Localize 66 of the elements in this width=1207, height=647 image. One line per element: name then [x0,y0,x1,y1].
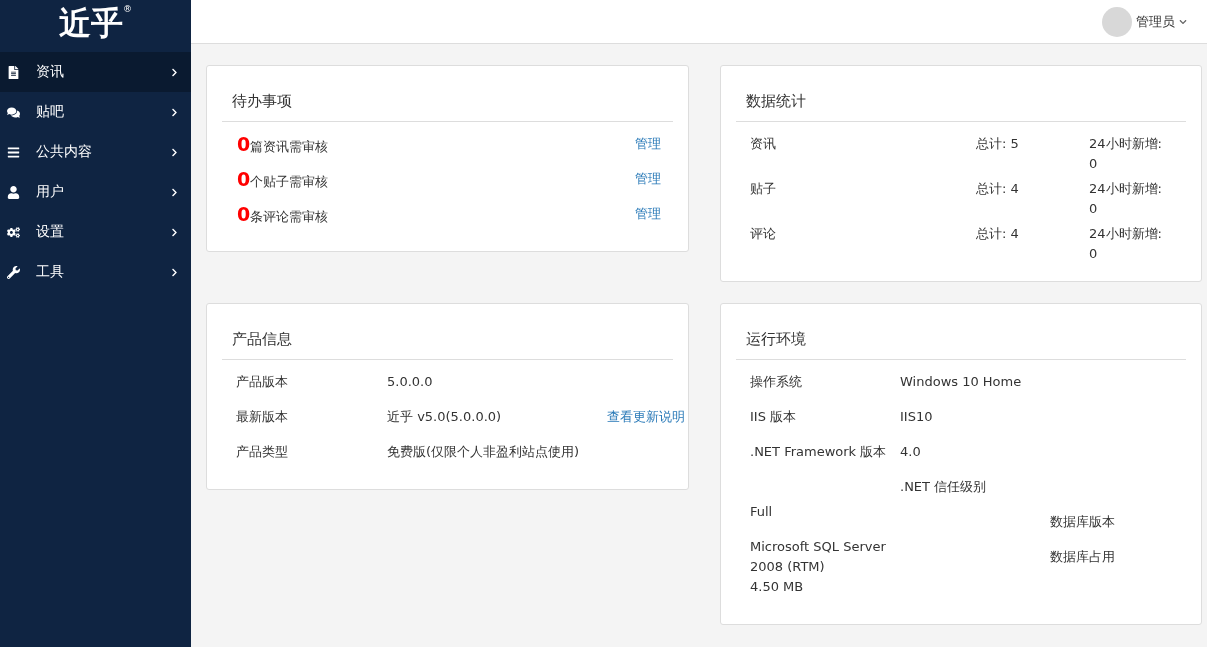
sidebar-label: 资讯 [36,63,65,81]
environment-text: 数据库占用 [1050,548,1115,566]
sidebar-item[interactable]: 贴吧 [0,92,191,132]
sidebar-label: 公共内容 [36,143,93,161]
product-value: 5.0.0.0 [387,373,434,391]
stat-name: 贴子 [750,180,777,198]
wrench-icon [6,265,20,279]
chevron-down-icon[interactable] [1179,17,1187,26]
stat-recent: 24小时新增: 0 [1089,180,1163,218]
manage-link[interactable]: 管理 [635,169,661,189]
registered-mark: ® [123,3,132,16]
update-notes-link[interactable]: 查看更新说明 [607,407,687,427]
product-label: 产品类型 [236,443,289,461]
stat-recent: 24小时新增: 0 [1089,135,1163,173]
environment-text: IIS 版本 [750,408,797,426]
environment-text: .NET Framework 版本 [750,443,887,461]
todo-text: 0条评论需审核 [237,204,330,227]
environment-text: Windows 10 Home [900,373,1022,391]
environment-text: IIS10 [900,408,933,426]
chevron-right-icon [170,267,179,277]
user-name[interactable]: 管理员 [1136,12,1175,31]
menu-icon [6,145,20,159]
stat-name: 资讯 [750,135,777,153]
stat-name: 评论 [750,225,777,243]
chevron-right-icon [170,187,179,197]
environment-text: 4.50 MB [750,578,804,596]
environment-text: Full [750,503,773,521]
sidebar-item[interactable]: 公共内容 [0,132,191,172]
environment-text: 4.0 [900,443,921,461]
card-title: 数据统计 [736,66,1186,122]
card-title: 产品信息 [222,304,673,360]
product-label: 最新版本 [236,408,289,426]
manage-link[interactable]: 管理 [635,134,661,154]
stat-total: 总计: 5 [976,135,1020,153]
sidebar-label: 设置 [36,223,65,241]
sidebar-item[interactable]: 用户 [0,172,191,212]
product-value: 免费版(仅限个人非盈利站点使用) [387,443,581,461]
sidebar-label: 用户 [36,183,65,201]
gears-icon [6,225,20,239]
chevron-right-icon [170,107,179,117]
manage-link[interactable]: 管理 [635,204,661,224]
card-title: 运行环境 [736,304,1186,360]
todo-text: 0篇资讯需审核 [237,134,330,157]
stat-recent: 24小时新增: 0 [1089,225,1163,263]
stat-total: 总计: 4 [976,225,1020,243]
sidebar-label: 贴吧 [36,103,65,121]
logo: 近乎 [59,3,123,44]
environment-text: Microsoft SQL Server 2008 (RTM) [750,538,887,576]
stat-total: 总计: 4 [976,180,1020,198]
todo-text: 0个贴子需审核 [237,169,330,192]
product-label: 产品版本 [236,373,289,391]
product-value: 近乎 v5.0(5.0.0.0) [387,408,503,426]
sidebar-item[interactable]: 资讯 [0,52,191,92]
chevron-right-icon [170,227,179,237]
document-icon [6,65,20,79]
chat-bubbles-icon [6,105,20,119]
chevron-right-icon [170,147,179,157]
sidebar-label: 工具 [36,263,65,281]
sidebar-item[interactable]: 工具 [0,252,191,292]
chevron-right-icon [170,67,179,77]
sidebar-item[interactable]: 设置 [0,212,191,252]
environment-text: 操作系统 [750,373,802,391]
card-title: 待办事项 [222,66,673,122]
environment-text: 数据库版本 [1050,513,1115,531]
environment-text: .NET 信任级别 [900,478,987,496]
person-icon [6,185,20,199]
